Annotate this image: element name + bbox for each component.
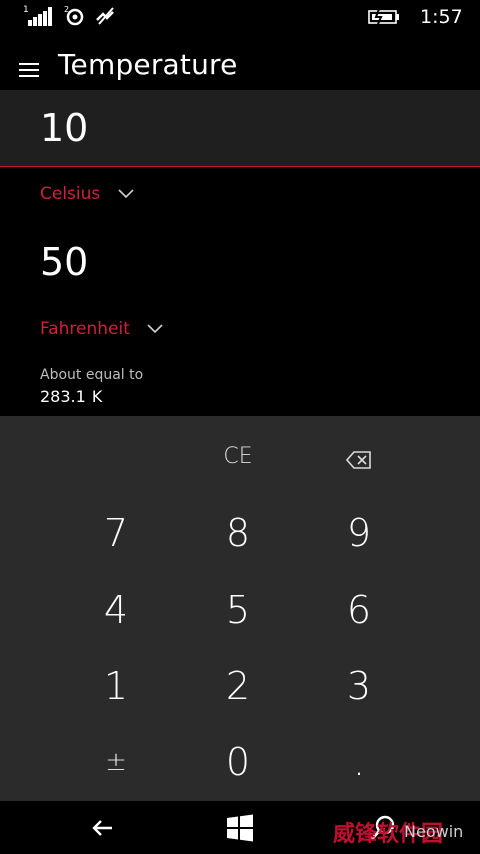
hamburger-icon[interactable] xyxy=(19,63,39,77)
input-field[interactable]: 10 xyxy=(0,90,480,167)
backspace-icon xyxy=(345,450,371,469)
key-3[interactable]: 3 xyxy=(299,654,419,718)
key-2[interactable]: 2 xyxy=(178,654,298,718)
key-5[interactable]: 5 xyxy=(178,578,298,642)
key-7[interactable]: 7 xyxy=(56,501,176,565)
key-8[interactable]: 8 xyxy=(178,501,298,565)
keypad: CE 7 8 9 4 5 6 1 2 3 ± 0 . xyxy=(0,416,480,801)
neowin-watermark: Neowin xyxy=(404,822,464,841)
key-6[interactable]: 6 xyxy=(299,578,419,642)
chevron-down-icon xyxy=(147,324,163,334)
status-bar: 1 2 1:57 xyxy=(0,0,480,34)
sim2-sync-icon: 2 xyxy=(64,5,84,26)
no-network-icon xyxy=(96,7,114,25)
plus-minus-button[interactable]: ± xyxy=(56,730,176,794)
clock: 1:57 xyxy=(420,6,463,28)
chevron-down-icon xyxy=(118,189,134,199)
windows-start-icon[interactable] xyxy=(225,813,255,843)
battery-charging-icon xyxy=(368,8,399,25)
about-equal-value: 283.1 K xyxy=(40,387,102,406)
about-value-unit: K xyxy=(91,387,103,406)
to-unit-select[interactable]: Fahrenheit xyxy=(40,319,163,339)
output-value[interactable]: 50 xyxy=(40,240,88,284)
about-value-number: 283.1 xyxy=(40,387,86,406)
key-0[interactable]: 0 xyxy=(178,730,298,794)
key-9[interactable]: 9 xyxy=(299,501,419,565)
page-title: Temperature xyxy=(58,48,238,81)
from-unit-select[interactable]: Celsius xyxy=(40,184,134,204)
to-unit-label: Fahrenheit xyxy=(40,319,130,339)
input-value: 10 xyxy=(40,106,89,150)
sim-index: 1 xyxy=(23,5,29,15)
back-arrow-icon[interactable] xyxy=(88,813,118,843)
key-1[interactable]: 1 xyxy=(56,654,176,718)
signal-icon: 1 xyxy=(23,5,53,26)
backspace-button[interactable] xyxy=(299,425,419,489)
key-4[interactable]: 4 xyxy=(56,578,176,642)
about-equal-label: About equal to xyxy=(40,367,144,383)
decimal-button[interactable]: . xyxy=(299,730,419,794)
from-unit-label: Celsius xyxy=(40,184,101,204)
clear-entry-button[interactable]: CE xyxy=(178,425,298,489)
